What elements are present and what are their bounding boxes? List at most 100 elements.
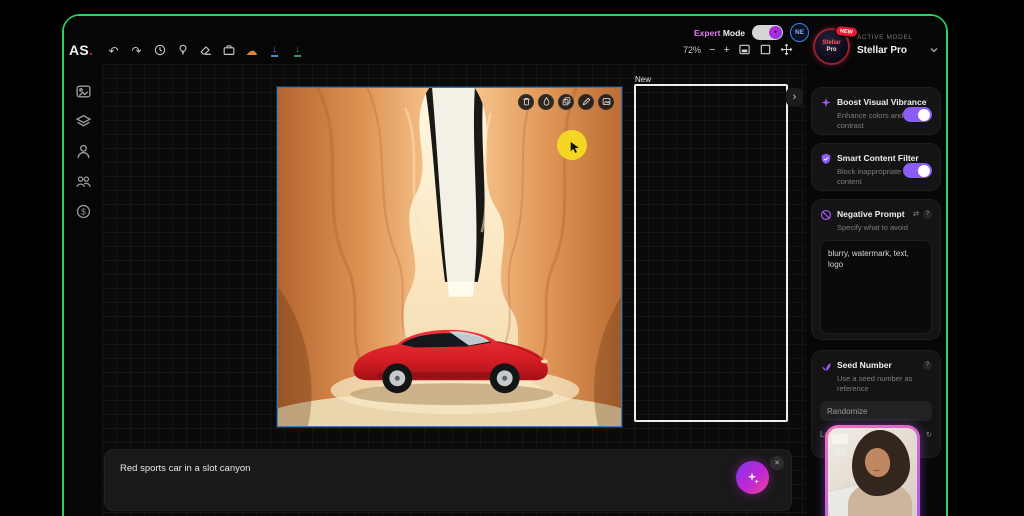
vibrance-toggle[interactable]: [903, 107, 932, 122]
expert-mode-label: Expert Mode: [694, 27, 746, 38]
save-image-button[interactable]: [598, 94, 614, 110]
eraser-button[interactable]: [197, 42, 214, 59]
cloud-sync-button[interactable]: ☁: [243, 42, 260, 59]
sidebar-item-gallery[interactable]: [75, 83, 92, 100]
negative-prompt-input[interactable]: blurry, watermark, text, logo: [820, 240, 932, 335]
seed-icon: [820, 359, 832, 371]
settings-panel: Stellar Pro NEW ACTIVE MODEL Stellar Pro …: [807, 16, 946, 516]
user-avatar[interactable]: NE: [790, 23, 810, 42]
sidebar-item-credits[interactable]: $: [75, 203, 92, 220]
app-surface: $ AS. ↶ ↷ ☁ ↓ ↓ Expert Mode ✦ NE 72% − +…: [64, 16, 946, 516]
generated-image[interactable]: [277, 87, 622, 427]
negative-help-icon[interactable]: ?: [923, 209, 932, 219]
seed-help-icon[interactable]: ?: [923, 360, 932, 370]
cloud-icon: ☁: [245, 43, 258, 58]
redo-icon: ↷: [131, 43, 142, 58]
idea-button[interactable]: [174, 42, 191, 59]
layers-icon: [75, 114, 92, 134]
team-icon: [75, 176, 92, 194]
droplet-icon: [542, 93, 551, 111]
pan-button[interactable]: [780, 43, 793, 56]
background-shelf: [834, 448, 846, 456]
undo-icon: ↶: [108, 43, 119, 58]
fit-image-button[interactable]: [738, 43, 751, 56]
zoom-in-button[interactable]: +: [723, 44, 729, 56]
export-icon: ↓: [294, 43, 301, 57]
sidebar-item-profile[interactable]: [75, 143, 92, 160]
history-button[interactable]: [151, 42, 168, 59]
seed-title: Seed Number: [837, 360, 892, 370]
seed-subtitle: Use a seed number as reference: [837, 374, 913, 394]
trash-icon: [522, 93, 531, 111]
negative-prompt-title: Negative Prompt: [837, 209, 905, 219]
square-icon: [759, 43, 772, 56]
frame-label: New: [635, 75, 652, 84]
image-toolbar: [518, 94, 614, 110]
vibrance-card: Boost Visual Vibrance Enhance colors and…: [811, 87, 941, 135]
prompt-clear-button[interactable]: ✕: [770, 456, 784, 470]
credits-icon: $: [75, 204, 92, 224]
negative-prompt-subtitle: Specify what to avoid: [837, 223, 908, 232]
toolkit-icon: [222, 43, 236, 59]
negative-prompt-card: Negative Prompt ⇄ ? Specify what to avoi…: [811, 199, 941, 340]
new-badge: NEW: [834, 24, 859, 39]
logo-dot: .: [89, 42, 94, 58]
svg-text:$: $: [81, 207, 86, 216]
shield-check-icon: [820, 152, 832, 164]
model-name: Stellar Pro: [857, 45, 908, 56]
zoom-out-button[interactable]: −: [709, 44, 715, 56]
content-filter-title: Smart Content Filter: [837, 153, 919, 163]
model-logo: Stellar Pro NEW: [813, 24, 859, 65]
canvas-frame-button[interactable]: [759, 43, 772, 56]
move-icon: [780, 43, 793, 56]
import-icon: ↓: [271, 43, 278, 57]
click-indicator: [557, 130, 587, 160]
image-export-icon: [602, 93, 611, 111]
redo-button[interactable]: ↷: [128, 42, 145, 59]
vibrance-title: Boost Visual Vibrance: [837, 97, 927, 107]
ban-icon: [820, 208, 832, 221]
content-filter-toggle-knob: [918, 164, 930, 177]
panel-collapse-button[interactable]: ›: [786, 88, 803, 106]
sparkle-icon: [747, 472, 759, 484]
app-window: $ AS. ↶ ↷ ☁ ↓ ↓ Expert Mode ✦ NE 72% − +…: [62, 14, 948, 516]
eraser-icon: [199, 43, 213, 59]
main-toolbar: ↶ ↷ ☁ ↓ ↓: [105, 42, 306, 59]
undo-button[interactable]: ↶: [105, 42, 122, 59]
background-shelf: [832, 434, 848, 444]
duplicate-image-button[interactable]: [558, 94, 574, 110]
model-selector[interactable]: Stellar Pro NEW ACTIVE MODEL Stellar Pro: [810, 24, 944, 71]
prompt-input[interactable]: Red sports car in a slot canyon: [105, 450, 791, 510]
generate-button[interactable]: [736, 461, 769, 494]
zoom-level: 72%: [683, 44, 702, 55]
model-eyebrow: ACTIVE MODEL: [857, 34, 913, 41]
expert-mode-toggle[interactable]: ✦: [752, 25, 784, 40]
shuffle-icon[interactable]: ⇄: [913, 210, 919, 218]
content-filter-subtitle: Block inappropriate content: [837, 167, 902, 187]
edit-image-button[interactable]: [578, 94, 594, 110]
chevron-down-icon: [929, 42, 939, 53]
fill-image-button[interactable]: [538, 94, 554, 110]
toolkit-button[interactable]: [220, 42, 237, 59]
expert-mode-row: Expert Mode ✦ NE: [694, 23, 810, 42]
close-icon: ✕: [774, 460, 780, 467]
pen-icon: [582, 93, 591, 111]
content-filter-toggle[interactable]: [903, 163, 932, 178]
presenter-video-frame: [828, 428, 917, 516]
delete-image-button[interactable]: [518, 94, 534, 110]
seed-input[interactable]: [820, 401, 932, 422]
sparkle-feature-icon: [820, 96, 832, 108]
sidebar-item-layers[interactable]: [75, 113, 92, 130]
sidebar-item-team[interactable]: [75, 173, 92, 190]
import-button[interactable]: ↓: [266, 42, 283, 59]
frame-image-icon: [738, 43, 751, 56]
new-canvas-frame[interactable]: [634, 84, 788, 422]
zoom-controls: 72% − +: [683, 43, 793, 56]
presenter-video[interactable]: [825, 425, 920, 516]
copy-icon: [562, 93, 571, 111]
prompt-bar: Red sports car in a slot canyon ✕: [104, 449, 792, 511]
export-button[interactable]: ↓: [289, 42, 306, 59]
vibrance-toggle-knob: [918, 108, 930, 121]
vibrance-subtitle: Enhance colors and contrast: [837, 111, 904, 131]
refresh-icon[interactable]: ↻: [926, 431, 932, 439]
